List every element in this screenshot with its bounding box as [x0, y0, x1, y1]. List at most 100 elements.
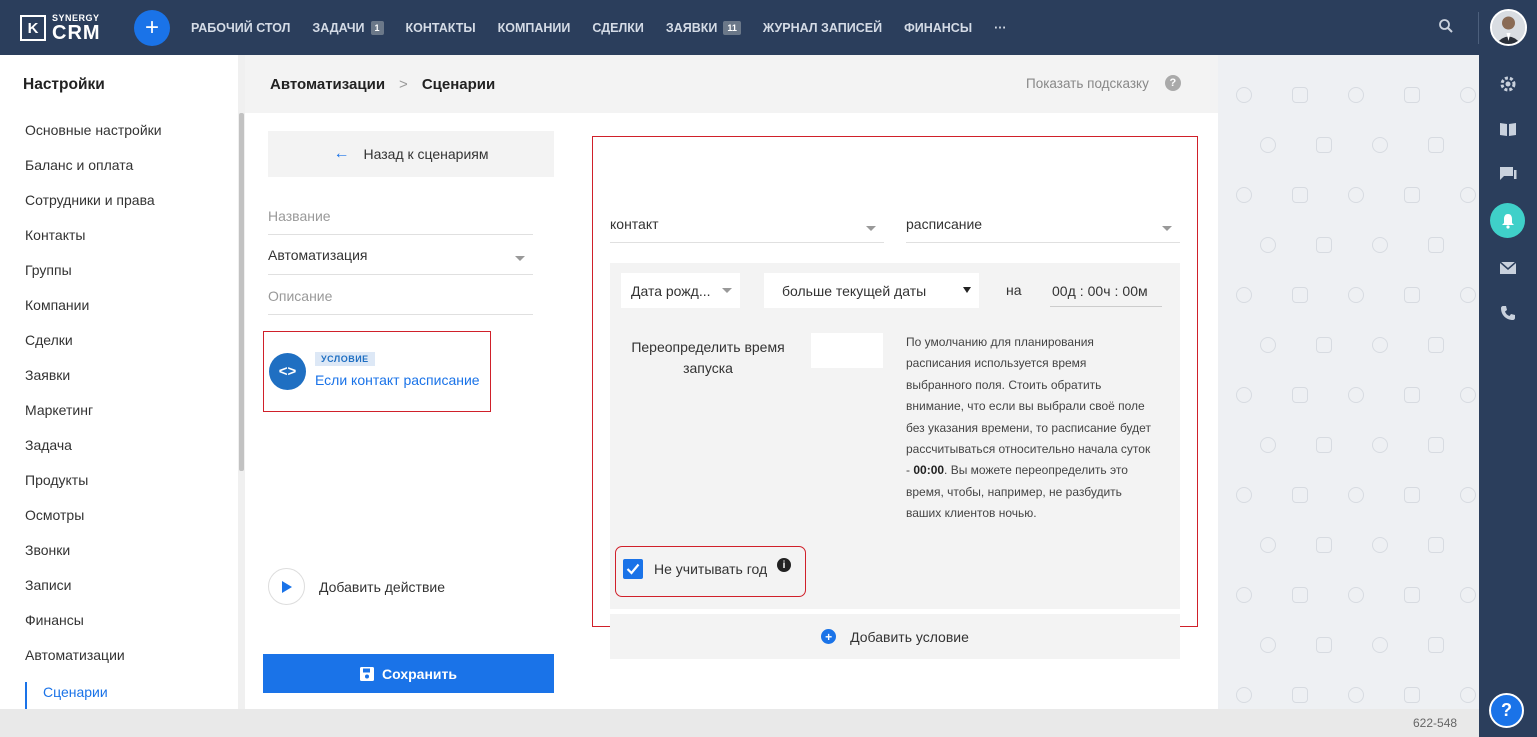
sidebar-item-finance[interactable]: Финансы [25, 612, 84, 628]
sidebar-item-balance[interactable]: Баланс и оплата [25, 157, 133, 173]
sidebar-item-scenarios[interactable]: Сценарии [43, 684, 108, 700]
entity-underline [610, 242, 884, 243]
pattern-user-icon [1460, 87, 1476, 103]
sidebar-item-companies[interactable]: Компании [25, 297, 89, 313]
sidebar-item-records[interactable]: Записи [25, 577, 71, 593]
pattern-user-icon [1236, 687, 1252, 703]
automation-type-select[interactable]: Автоматизация [268, 247, 367, 263]
user-avatar[interactable] [1490, 9, 1527, 46]
show-hint-label: Показать подсказку [1026, 75, 1149, 91]
pattern-save-icon [1404, 187, 1420, 203]
chevron-down-icon [866, 226, 876, 231]
nav-item-companies[interactable]: КОМПАНИИ [498, 21, 571, 35]
help-button[interactable]: ? [1489, 693, 1524, 728]
override-time-label: Переопределить время запуска [631, 339, 785, 376]
save-button[interactable]: Сохранить [263, 654, 554, 693]
pattern-save-icon [1316, 137, 1332, 153]
pattern-chart-icon [1428, 237, 1444, 253]
main-content: Автоматизации > Сценарии Показать подска… [245, 55, 1218, 709]
scenario-panel: ← Назад к сценариям Название Автоматизац… [245, 113, 572, 709]
nav-item-desktop[interactable]: РАБОЧИЙ СТОЛ [191, 21, 290, 35]
sidebar-item-inspections[interactable]: Осмотры [25, 507, 84, 523]
add-condition-label: Добавить условие [850, 628, 969, 645]
add-action-button[interactable]: Добавить действие [268, 568, 445, 605]
back-to-scenarios-button[interactable]: ← Назад к сценариям [268, 131, 554, 177]
plus-circle-icon: + [821, 629, 837, 644]
pattern-user-icon [1460, 487, 1476, 503]
sidebar-item-deals[interactable]: Сделки [25, 332, 73, 348]
pattern-save-icon [1404, 387, 1420, 403]
pattern-save-icon [1316, 237, 1332, 253]
offset-time-input[interactable]: 00 д : 00 ч : 00 м [1052, 283, 1148, 299]
condition-card[interactable]: <> УСЛОВИЕ Если контакт расписание [263, 331, 491, 412]
add-condition-button[interactable]: + Добавить условие [610, 614, 1180, 659]
mail-icon[interactable] [1499, 259, 1517, 277]
trigger-select[interactable]: расписание [906, 216, 982, 232]
sidebar-item-marketing[interactable]: Маркетинг [25, 402, 93, 418]
chevron-down-icon [515, 256, 525, 261]
book-icon[interactable] [1499, 120, 1517, 138]
nav-item-requests[interactable]: ЗАЯВКИ 11 [666, 20, 741, 35]
phone-icon[interactable] [1499, 304, 1517, 322]
on-label: на [1006, 282, 1022, 298]
pattern-user-icon [1460, 687, 1476, 703]
nav-item-journal[interactable]: ЖУРНАЛ ЗАПИСЕЙ [763, 21, 882, 35]
create-new-button[interactable]: + [134, 10, 170, 46]
sidebar-item-products[interactable]: Продукты [25, 472, 88, 488]
checkmark-icon [626, 563, 640, 575]
chevron-down-icon [722, 288, 732, 293]
chevron-down-icon [1162, 226, 1172, 231]
sidebar-item-contacts[interactable]: Контакты [25, 227, 85, 243]
chat-icon[interactable] [1499, 165, 1517, 183]
nav-item-tasks[interactable]: ЗАДАЧИ 1 [312, 20, 384, 35]
pattern-save-icon [1404, 87, 1420, 103]
sidebar-item-groups[interactable]: Группы [25, 262, 72, 278]
info-icon[interactable]: i [777, 558, 791, 572]
bell-icon[interactable] [1490, 203, 1525, 238]
description-field[interactable]: Описание [268, 288, 332, 304]
nav-item-finance[interactable]: ФИНАНСЫ [904, 21, 972, 35]
version-label: 622-548 [1413, 716, 1458, 730]
pattern-gear-icon [1260, 637, 1276, 653]
sidebar-item-requests[interactable]: Заявки [25, 367, 70, 383]
play-icon [268, 568, 305, 605]
nav-item-contacts[interactable]: КОНТАКТЫ [406, 21, 476, 35]
top-divider [1478, 12, 1479, 44]
synergy-crm-logo[interactable]: K SYNERGY CRM [20, 12, 115, 44]
operator-select[interactable]: больше текущей даты [764, 273, 979, 308]
tasks-count-badge: 1 [370, 20, 384, 35]
field-select[interactable]: Дата рожд... [621, 273, 740, 308]
breadcrumb-automations[interactable]: Автоматизации [270, 76, 385, 93]
sidebar-item-main-settings[interactable]: Основные настройки [25, 122, 162, 138]
condition-link[interactable]: Если контакт расписание [315, 372, 480, 388]
pattern-gear-icon [1260, 337, 1276, 353]
pattern-user-icon [1236, 487, 1252, 503]
nav-item-deals[interactable]: СДЕЛКИ [592, 21, 644, 35]
sidebar-item-task[interactable]: Задача [25, 437, 72, 453]
pattern-back-icon [1292, 387, 1308, 403]
pattern-user-icon [1236, 87, 1252, 103]
pattern-user-icon [1460, 587, 1476, 603]
pattern-user-icon [1236, 587, 1252, 603]
pattern-user-icon [1372, 637, 1388, 653]
description-divider [268, 314, 533, 315]
settings-sidebar: Настройки Основные настройки Баланс и оп… [0, 55, 238, 709]
gear-icon[interactable] [1499, 75, 1517, 93]
override-time-input[interactable] [811, 333, 883, 368]
search-icon[interactable] [1438, 18, 1454, 34]
condition-tag: УСЛОВИЕ [315, 352, 375, 366]
ignore-year-label[interactable]: Не учитывать год [654, 561, 767, 577]
pattern-save-icon [1316, 437, 1332, 453]
pattern-back-icon [1292, 87, 1308, 103]
pattern-user-icon [1236, 387, 1252, 403]
sidebar-item-employees[interactable]: Сотрудники и права [25, 192, 155, 208]
pattern-chart-icon [1428, 137, 1444, 153]
sidebar-scrollbar[interactable] [239, 113, 244, 471]
pattern-gear-icon [1348, 687, 1364, 703]
show-hint-link[interactable]: Показать подсказку ? [1026, 75, 1181, 91]
sidebar-item-calls[interactable]: Звонки [25, 542, 70, 558]
ignore-year-checkbox[interactable] [623, 559, 643, 579]
entity-select[interactable]: контакт [610, 216, 659, 232]
nav-more-button[interactable]: ··· [994, 21, 1007, 35]
sidebar-item-automations[interactable]: Автоматизации [25, 647, 125, 663]
